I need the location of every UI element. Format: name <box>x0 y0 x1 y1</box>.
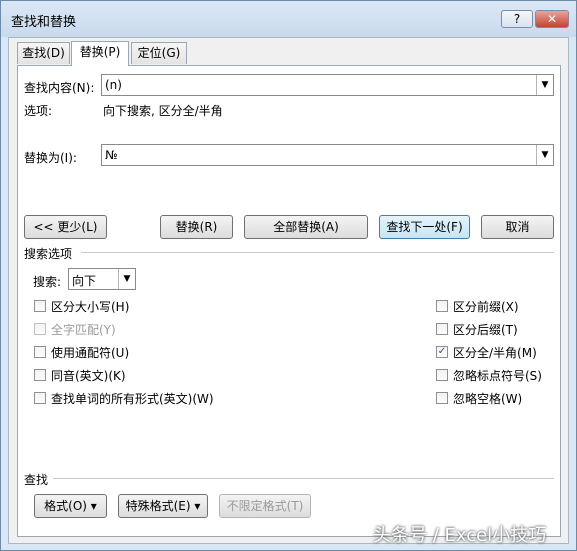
divider <box>81 252 554 253</box>
no-formatting-button: 不限定格式(T) <box>219 494 311 518</box>
find-section-heading: 查找 <box>24 473 49 487</box>
match-prefix-checkbox[interactable] <box>436 300 448 312</box>
wildcards-checkbox[interactable] <box>34 346 46 358</box>
match-suffix-checkbox[interactable] <box>436 323 448 335</box>
replace-button[interactable]: 替换(R) <box>160 215 233 239</box>
ignore-whitespace-checkbox[interactable] <box>436 392 448 404</box>
match-width-label[interactable]: 区分全/半角(M) <box>453 344 537 361</box>
match-suffix-label[interactable]: 区分后缀(T) <box>453 321 518 338</box>
help-button[interactable]: ? <box>501 10 533 28</box>
sounds-like-checkbox[interactable] <box>34 369 46 381</box>
search-direction-label: 搜索: <box>33 275 62 289</box>
find-replace-dialog: 查找和替换 ? ✕ 查找(D) 替换(P) 定位(G) 查找内容(N): (n)… <box>0 0 577 551</box>
cancel-button[interactable]: 取消 <box>481 215 554 239</box>
close-button[interactable]: ✕ <box>535 10 569 28</box>
chevron-down-icon[interactable]: ▼ <box>536 75 553 95</box>
less-button[interactable]: << 更少(L) <box>24 215 107 239</box>
window-title: 查找和替换 <box>11 15 77 30</box>
ignore-punctuation-checkbox[interactable] <box>436 369 448 381</box>
format-button[interactable]: 格式(O) ▾ <box>34 494 107 518</box>
match-case-checkbox[interactable] <box>34 300 46 312</box>
whole-word-label[interactable]: 全字匹配(Y) <box>51 321 116 338</box>
ignore-punctuation-label[interactable]: 忽略标点符号(S) <box>453 367 542 384</box>
whole-word-checkbox[interactable] <box>34 323 46 335</box>
wildcards-label[interactable]: 使用通配符(U) <box>51 344 129 361</box>
replace-with-value: № <box>105 148 118 162</box>
tab-goto[interactable]: 定位(G) <box>131 42 187 64</box>
replace-all-button[interactable]: 全部替换(A) <box>244 215 368 239</box>
match-prefix-label[interactable]: 区分前缀(X) <box>453 298 519 315</box>
special-button[interactable]: 特殊格式(E) ▾ <box>118 494 208 518</box>
find-what-combobox[interactable]: (n) ▼ <box>101 74 554 96</box>
tab-replace[interactable]: 替换(P) <box>71 41 129 66</box>
sounds-like-label[interactable]: 同音(英文)(K) <box>51 367 126 384</box>
all-word-forms-label[interactable]: 查找单词的所有形式(英文)(W) <box>51 390 214 407</box>
replace-with-label: 替换为(I): <box>24 151 77 165</box>
all-word-forms-checkbox[interactable] <box>34 392 46 404</box>
options-value: 向下搜索, 区分全/半角 <box>103 104 223 118</box>
chevron-down-icon[interactable]: ▼ <box>118 269 135 289</box>
search-options-heading: 搜索选项 <box>24 247 73 261</box>
options-label: 选项: <box>24 104 53 118</box>
find-what-label: 查找内容(N): <box>24 81 95 95</box>
tab-find[interactable]: 查找(D) <box>17 42 70 64</box>
ignore-whitespace-label[interactable]: 忽略空格(W) <box>453 390 522 407</box>
match-width-checkbox[interactable]: ✓ <box>436 346 448 358</box>
find-next-button[interactable]: 查找下一处(F) <box>379 215 470 239</box>
title-bar[interactable]: 查找和替换 ? ✕ <box>1 1 576 37</box>
watermark: 头条号 / Excel小技巧 <box>373 525 547 546</box>
chevron-down-icon[interactable]: ▼ <box>536 145 553 165</box>
checkmark-icon: ✓ <box>437 346 447 357</box>
replace-with-combobox[interactable]: № ▼ <box>101 144 554 166</box>
search-direction-select[interactable]: 向下 ▼ <box>68 268 136 290</box>
match-case-label[interactable]: 区分大小写(H) <box>51 298 129 315</box>
divider <box>53 478 554 479</box>
find-what-value: (n) <box>105 78 122 92</box>
search-direction-value: 向下 <box>72 274 97 288</box>
